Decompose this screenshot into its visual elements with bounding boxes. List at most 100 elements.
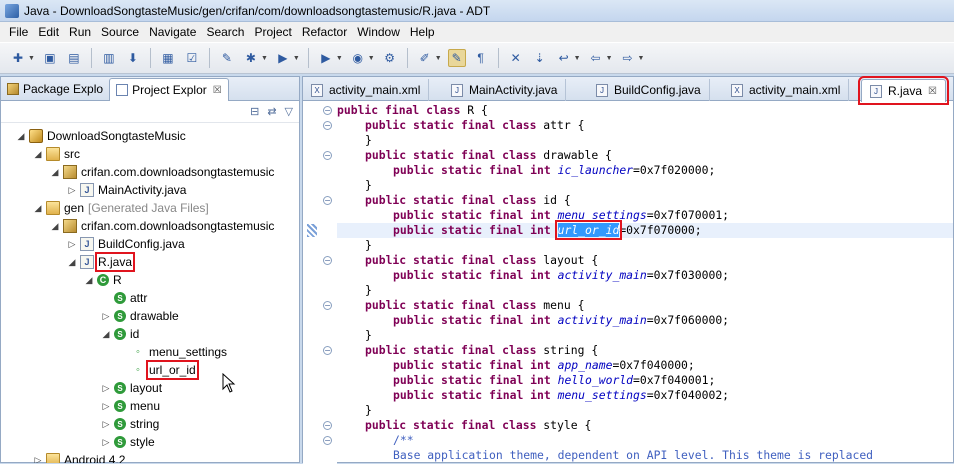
tree-item[interactable]: ◢ crifan.com.downloadsongtastemusic: [49, 217, 274, 235]
save-icon[interactable]: ▣: [41, 49, 59, 67]
dropdown-arrow-icon[interactable]: ▼: [293, 55, 300, 62]
tree-item[interactable]: ◦ url_or_id: [117, 360, 199, 380]
menu-item-project[interactable]: Project: [249, 22, 296, 42]
collapsed-twisty-icon[interactable]: ▷: [66, 239, 78, 250]
menu-item-refactor[interactable]: Refactor: [297, 22, 352, 42]
fold-toggle-icon[interactable]: −: [323, 256, 332, 265]
tree-item[interactable]: ◢ C R: [83, 271, 122, 289]
tree-item[interactable]: ▷ J BuildConfig.java: [66, 235, 185, 253]
link-editor-icon[interactable]: ⇄: [267, 105, 276, 118]
editor-tab[interactable]: J R.java ☒: [858, 76, 949, 105]
collapsed-twisty-icon[interactable]: ▷: [100, 401, 112, 412]
show-whitespace-icon[interactable]: ¶: [472, 49, 490, 67]
download-icon[interactable]: ⬇: [124, 49, 142, 67]
tree-item[interactable]: ◢ DownloadSongtasteMusic: [15, 127, 186, 145]
menu-item-source[interactable]: Source: [96, 22, 144, 42]
expanded-twisty-icon[interactable]: ◢: [32, 203, 44, 214]
open-type-icon[interactable]: ⚙: [381, 49, 399, 67]
tab-project-explorer[interactable]: Project Explor ☒: [109, 78, 229, 101]
collapsed-twisty-icon[interactable]: ▷: [100, 383, 112, 394]
pkg-icon: [63, 219, 77, 233]
sclass-icon: S: [114, 418, 126, 430]
tree-item[interactable]: ◢ gen [Generated Java Files]: [32, 199, 209, 217]
run-external-icon[interactable]: ▶: [317, 49, 335, 67]
dropdown-arrow-icon[interactable]: ▼: [368, 55, 375, 62]
expanded-twisty-icon[interactable]: ◢: [32, 149, 44, 160]
tab-package-explorer[interactable]: Package Explo: [1, 78, 109, 100]
tree-item[interactable]: ▷ Android 4.2: [32, 451, 125, 463]
editor-tab[interactable]: Xactivity_main.xml: [303, 79, 430, 101]
expanded-twisty-icon[interactable]: ◢: [49, 167, 61, 178]
fold-toggle-icon[interactable]: −: [323, 421, 332, 430]
dropdown-arrow-icon[interactable]: ▼: [28, 55, 35, 62]
fold-toggle-icon[interactable]: −: [323, 196, 332, 205]
tree-item[interactable]: ◦ menu_settings: [117, 343, 227, 361]
dropdown-arrow-icon[interactable]: ▼: [261, 55, 268, 62]
fold-toggle-icon[interactable]: −: [323, 106, 332, 115]
new-icon[interactable]: ✚: [9, 49, 27, 67]
open-task-icon[interactable]: ✐: [416, 49, 434, 67]
dropdown-arrow-icon[interactable]: ▼: [336, 55, 343, 62]
dropdown-arrow-icon[interactable]: ▼: [606, 55, 613, 62]
run-icon[interactable]: ▶: [274, 49, 292, 67]
expanded-twisty-icon[interactable]: ◢: [66, 257, 78, 268]
menu-item-navigate[interactable]: Navigate: [144, 22, 201, 42]
menu-item-edit[interactable]: Edit: [33, 22, 64, 42]
menu-item-search[interactable]: Search: [201, 22, 249, 42]
new-java-icon[interactable]: ◉: [349, 49, 367, 67]
collapsed-twisty-icon[interactable]: ▷: [100, 311, 112, 322]
next-annotation-icon[interactable]: ⇣: [531, 49, 549, 67]
tree-item[interactable]: Sattr: [100, 289, 147, 307]
checkbox-icon[interactable]: ☑: [183, 49, 201, 67]
editor-tab[interactable]: J MainActivity.java: [443, 79, 567, 101]
forward-icon[interactable]: ⇨: [619, 49, 637, 67]
menu-item-window[interactable]: Window: [352, 22, 405, 42]
expanded-twisty-icon[interactable]: ◢: [49, 221, 61, 232]
dropdown-arrow-icon[interactable]: ▼: [435, 55, 442, 62]
debug-icon[interactable]: ✱: [242, 49, 260, 67]
prev-edit-icon[interactable]: ↩: [555, 49, 573, 67]
window-title: Java - DownloadSongtasteMusic/gen/crifan…: [24, 3, 491, 18]
expanded-twisty-icon[interactable]: ◢: [83, 275, 95, 286]
expanded-twisty-icon[interactable]: ◢: [100, 329, 112, 340]
collapsed-twisty-icon[interactable]: ▷: [32, 455, 44, 464]
tree-item[interactable]: ◢ crifan.com.downloadsongtastemusic: [49, 163, 274, 181]
fold-toggle-icon[interactable]: −: [323, 346, 332, 355]
tree-item[interactable]: ◢ J R.java: [66, 252, 136, 272]
editor-tab[interactable]: Xactivity_main.xml: [723, 79, 850, 101]
print-icon[interactable]: ▥: [100, 49, 118, 67]
dropdown-arrow-icon[interactable]: ▼: [574, 55, 581, 62]
android-sdk-icon[interactable]: ▦: [159, 49, 177, 67]
fold-toggle-icon[interactable]: −: [323, 121, 332, 130]
new-file-icon[interactable]: ✎: [218, 49, 236, 67]
tree-item[interactable]: ▷ J MainActivity.java: [66, 181, 186, 199]
tree-item[interactable]: ▷ Sstring: [100, 415, 160, 433]
close-icon[interactable]: ☒: [928, 86, 937, 97]
tree-item[interactable]: ▷ Smenu: [100, 397, 161, 415]
close-icon[interactable]: ☒: [213, 85, 222, 96]
collapsed-twisty-icon[interactable]: ▷: [100, 437, 112, 448]
editor-tab[interactable]: J BuildConfig.java: [588, 79, 710, 101]
collapse-all-icon[interactable]: ⊟: [250, 105, 259, 118]
back-icon[interactable]: ⇦: [587, 49, 605, 67]
collapsed-twisty-icon[interactable]: ▷: [66, 185, 78, 196]
tree-item[interactable]: ◢ src: [32, 145, 80, 163]
pin-icon[interactable]: ✕: [507, 49, 525, 67]
menu-item-run[interactable]: Run: [64, 22, 96, 42]
fold-toggle-icon[interactable]: −: [323, 151, 332, 160]
fold-toggle-icon[interactable]: −: [323, 301, 332, 310]
tree-item[interactable]: ◢ Sid: [100, 325, 140, 343]
mark-occurrences-icon[interactable]: ✎: [447, 49, 466, 67]
menu-item-help[interactable]: Help: [405, 22, 440, 42]
save-all-icon[interactable]: ▤: [65, 49, 83, 67]
view-menu-icon[interactable]: ▽: [285, 105, 293, 118]
code-editor[interactable]: − − − − − − − − − public final class R {public s…: [303, 101, 953, 464]
menu-item-file[interactable]: File: [4, 22, 33, 42]
collapsed-twisty-icon[interactable]: ▷: [100, 419, 112, 430]
tree-item[interactable]: ▷ Sstyle: [100, 433, 155, 451]
fold-toggle-icon[interactable]: −: [323, 436, 332, 445]
dropdown-arrow-icon[interactable]: ▼: [638, 55, 645, 62]
expanded-twisty-icon[interactable]: ◢: [15, 131, 27, 142]
tree-item[interactable]: ▷ Slayout: [100, 379, 163, 397]
tree-item[interactable]: ▷ Sdrawable: [100, 307, 179, 325]
